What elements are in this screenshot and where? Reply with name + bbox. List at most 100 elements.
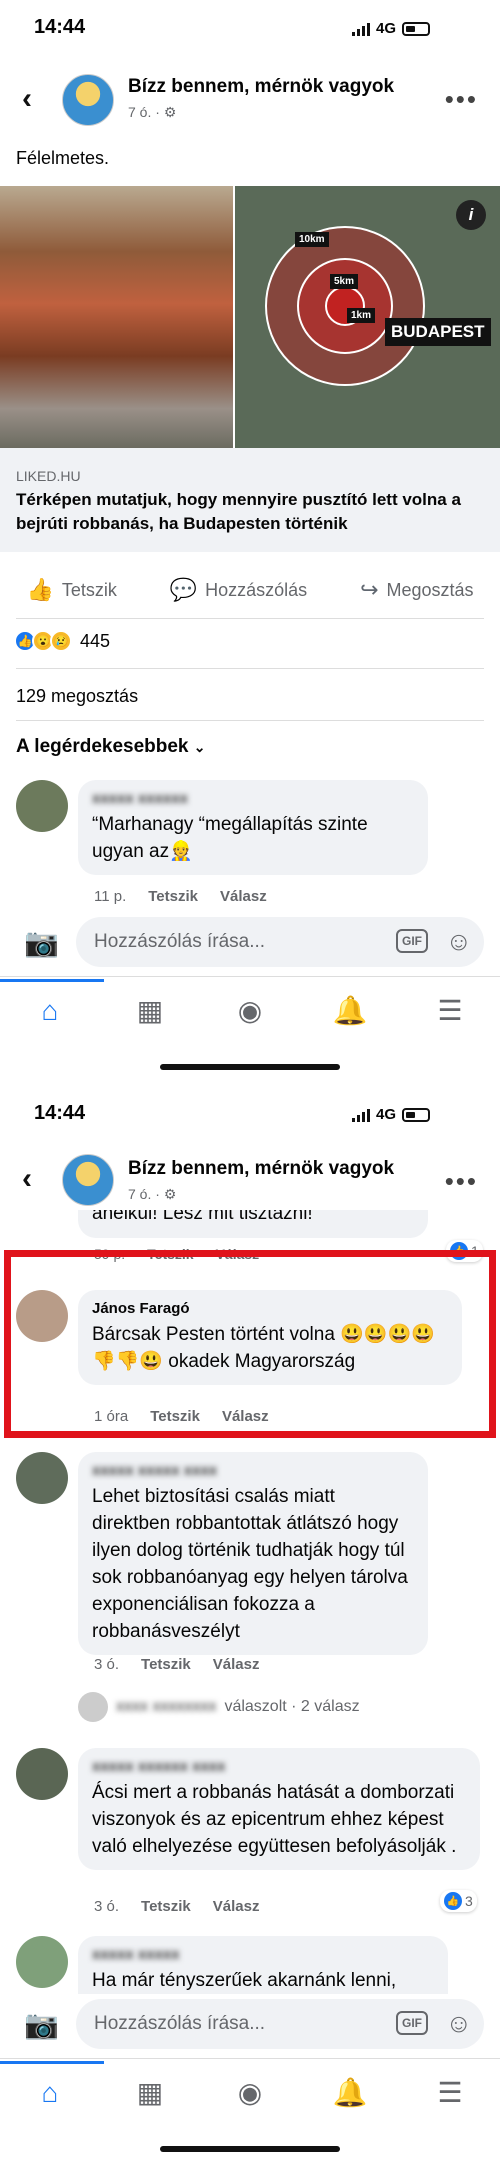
comment-like-badge[interactable]: 👍 3: [440, 1890, 477, 1912]
home-indicator: [160, 2146, 340, 2152]
comment-text: Ha már tényszerűek akarnánk lenni,: [92, 1970, 397, 1991]
signal-icon: [351, 22, 370, 36]
more-options-icon[interactable]: •••: [445, 1166, 478, 1197]
post-text: Félelmetes.: [16, 148, 110, 168]
emoji-icon[interactable]: ☺: [445, 2008, 472, 2039]
marketplace-icon[interactable]: ▦: [120, 994, 180, 1027]
explosion-photo[interactable]: [0, 186, 233, 448]
comment-text: “Marhanagy “megállapítás szinte ugyan az…: [92, 814, 368, 862]
share-icon: ↪: [360, 577, 379, 602]
back-arrow-icon[interactable]: ‹: [22, 1162, 32, 1196]
post-header: ‹ Bízz bennem, mérnök vagyok 7 ó. · ⚙ ••…: [0, 64, 500, 134]
divider: [16, 720, 484, 721]
replies-link[interactable]: xxxx xxxxxxxx válaszolt · 2 válasz: [78, 1692, 360, 1722]
comment-author[interactable]: xxxxx xxxxx xxxx: [92, 1462, 414, 1479]
comment-author[interactable]: János Faragó: [92, 1300, 448, 1317]
emoji-icon[interactable]: ☺: [445, 926, 472, 957]
like-button[interactable]: 👍 Tetszik: [26, 577, 116, 603]
home-icon[interactable]: ⌂: [0, 978, 104, 1027]
post-header: ‹ Bízz bennem, mérnök vagyok 7 ó. · ⚙ ••…: [0, 1140, 500, 1210]
bell-icon[interactable]: 🔔: [320, 2076, 380, 2109]
page-avatar[interactable]: [62, 1154, 114, 1206]
gear-icon: ⚙: [163, 104, 177, 120]
comment-text: anélkül! Lesz mit tisztázni!: [92, 1210, 313, 1224]
groups-icon[interactable]: ◉: [220, 2076, 280, 2109]
comment-like-link[interactable]: Tetszik: [148, 888, 198, 905]
page-name[interactable]: Bízz bennem, mérnök vagyok: [128, 76, 394, 98]
comment-bubble: János Faragó Bárcsak Pesten történt voln…: [78, 1290, 462, 1385]
battery-icon: [402, 1107, 430, 1122]
info-icon[interactable]: i: [456, 200, 486, 230]
groups-icon[interactable]: ◉: [220, 994, 280, 1027]
comment-input[interactable]: Hozzászólás írása... GIF ☺: [76, 917, 484, 967]
comment-reply-link[interactable]: Válasz: [213, 1898, 260, 1915]
page-avatar[interactable]: [62, 74, 114, 126]
comment-bubble: xxxxx xxxxxx “Marhanagy “megállapítás sz…: [78, 780, 428, 875]
bottom-tab-bar: ⌂ ▦ ◉ 🔔 ☰: [0, 2058, 500, 2126]
avatar[interactable]: [16, 1452, 68, 1504]
back-arrow-icon[interactable]: ‹: [22, 82, 32, 116]
comment-text: Bárcsak Pesten történt volna 😃😃😃😃👎👎😃 oka…: [92, 1324, 435, 1372]
status-bar: 14:44 4G: [0, 0, 500, 60]
avatar: [78, 1692, 108, 1722]
share-count[interactable]: 129 megosztás: [16, 686, 138, 707]
comment-meta: 1 óra Tetszik Válasz: [94, 1408, 269, 1425]
label-budapest: BUDAPEST: [385, 318, 491, 346]
comment-button[interactable]: 💬 Hozzászólás: [170, 577, 307, 603]
sad-reaction-icon: 😢: [50, 630, 72, 652]
page-name[interactable]: Bízz bennem, mérnök vagyok: [128, 1158, 394, 1180]
home-icon[interactable]: ⌂: [0, 2060, 104, 2109]
avatar[interactable]: [16, 1936, 68, 1988]
comment-like-link[interactable]: Tetszik: [141, 1656, 191, 1673]
bell-icon[interactable]: 🔔: [320, 994, 380, 1027]
avatar[interactable]: [16, 1290, 68, 1342]
comment-author[interactable]: xxxxx xxxxxx: [92, 790, 414, 807]
status-time: 14:44: [34, 1102, 86, 1124]
divider: [16, 668, 484, 669]
divider: [16, 618, 484, 619]
comment-text: Ácsi mert a robbanás hatását a domborzat…: [92, 1782, 457, 1857]
label-5km: 5km: [330, 274, 359, 289]
battery-icon: [402, 21, 430, 36]
avatar[interactable]: [16, 780, 68, 832]
comment-like-link[interactable]: Tetszik: [150, 1408, 200, 1425]
comment-composer: 📷 Hozzászólás írása... GIF ☺: [0, 1994, 500, 2054]
marketplace-icon[interactable]: ▦: [120, 2076, 180, 2109]
comment-author[interactable]: xxxxx xxxxxx xxxx: [92, 1758, 466, 1775]
comment-reply-link[interactable]: Válasz: [220, 888, 267, 905]
status-bar: 14:44 4G: [0, 1086, 500, 1146]
chevron-down-icon: ⌄: [193, 739, 206, 755]
camera-icon[interactable]: 📷: [24, 926, 59, 959]
post-meta: 7 ó. · ⚙: [128, 104, 177, 120]
gif-icon[interactable]: GIF: [396, 2011, 428, 2035]
gif-icon[interactable]: GIF: [396, 929, 428, 953]
network-label: 4G: [375, 20, 396, 37]
camera-icon[interactable]: 📷: [24, 2008, 59, 2041]
share-button[interactable]: ↪ Megosztás: [360, 577, 473, 603]
comment-composer: 📷 Hozzászólás írása... GIF ☺: [0, 912, 500, 972]
comment-like-link[interactable]: Tetszik: [141, 1898, 191, 1915]
comment-meta: 3 ó. Tetszik Válasz: [94, 1898, 260, 1915]
comment-bubble: xxxxx xxxxxx xxxx Ácsi mert a robbanás h…: [78, 1748, 480, 1870]
comment-author[interactable]: xxxxx xxxxx: [92, 1946, 434, 1963]
comment-bubble: xxxxx xxxxx xxxx Lehet biztosítási csalá…: [78, 1452, 428, 1655]
link-preview[interactable]: LIKED.HU Térképen mutatjuk, hogy mennyir…: [0, 448, 500, 552]
link-domain: LIKED.HU: [16, 468, 81, 484]
label-1km: 1km: [347, 308, 376, 323]
sort-dropdown[interactable]: A legérdekesebbek ⌄: [16, 736, 206, 758]
comment-reply-link[interactable]: Válasz: [213, 1656, 260, 1673]
map-image[interactable]: 10km 5km 1km BUDAPEST i: [235, 186, 500, 448]
post-meta: 7 ó. · ⚙: [128, 1186, 177, 1202]
menu-icon[interactable]: ☰: [420, 2076, 480, 2109]
reaction-summary[interactable]: 👍 😮 😢 445: [14, 630, 110, 652]
post-actions: 👍 Tetszik 💬 Hozzászólás ↪ Megosztás: [0, 570, 500, 610]
comment-bubble: anélkül! Lesz mit tisztázni!: [78, 1210, 428, 1238]
status-indicators: 4G: [351, 20, 430, 37]
thumbs-up-icon: 👍: [26, 577, 54, 602]
menu-icon[interactable]: ☰: [420, 994, 480, 1027]
avatar[interactable]: [16, 1748, 68, 1800]
status-time: 14:44: [34, 16, 86, 38]
comment-reply-link[interactable]: Válasz: [222, 1408, 269, 1425]
comment-input[interactable]: Hozzászólás írása... GIF ☺: [76, 1999, 484, 2049]
more-options-icon[interactable]: •••: [445, 84, 478, 115]
